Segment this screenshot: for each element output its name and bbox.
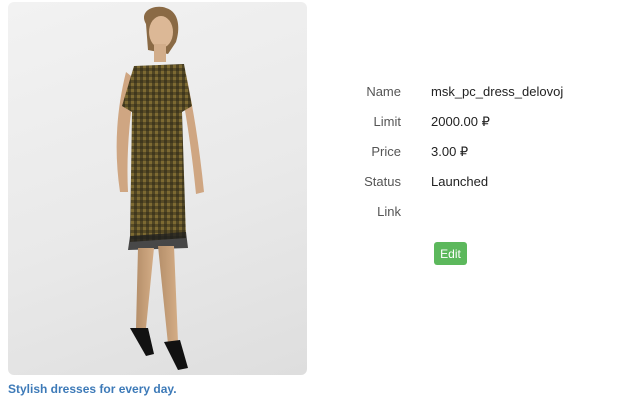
field-label: Status — [364, 174, 401, 189]
field-value: Launched — [431, 174, 489, 189]
product-image — [8, 2, 307, 375]
field-value: 3.00 ₽ — [431, 144, 469, 159]
field-value: 2000.00 ₽ — [431, 114, 490, 129]
field-label: Name — [366, 84, 401, 99]
field-value: msk_pc_dress_delovoj — [431, 84, 564, 99]
field-label: Link — [377, 204, 401, 219]
product-caption-link[interactable]: Stylish dresses for every day. — [8, 382, 177, 396]
edit-button[interactable]: Edit — [434, 242, 467, 265]
field-label: Price — [371, 144, 401, 159]
model-photo-illustration — [116, 6, 204, 370]
field-label: Limit — [373, 114, 401, 129]
